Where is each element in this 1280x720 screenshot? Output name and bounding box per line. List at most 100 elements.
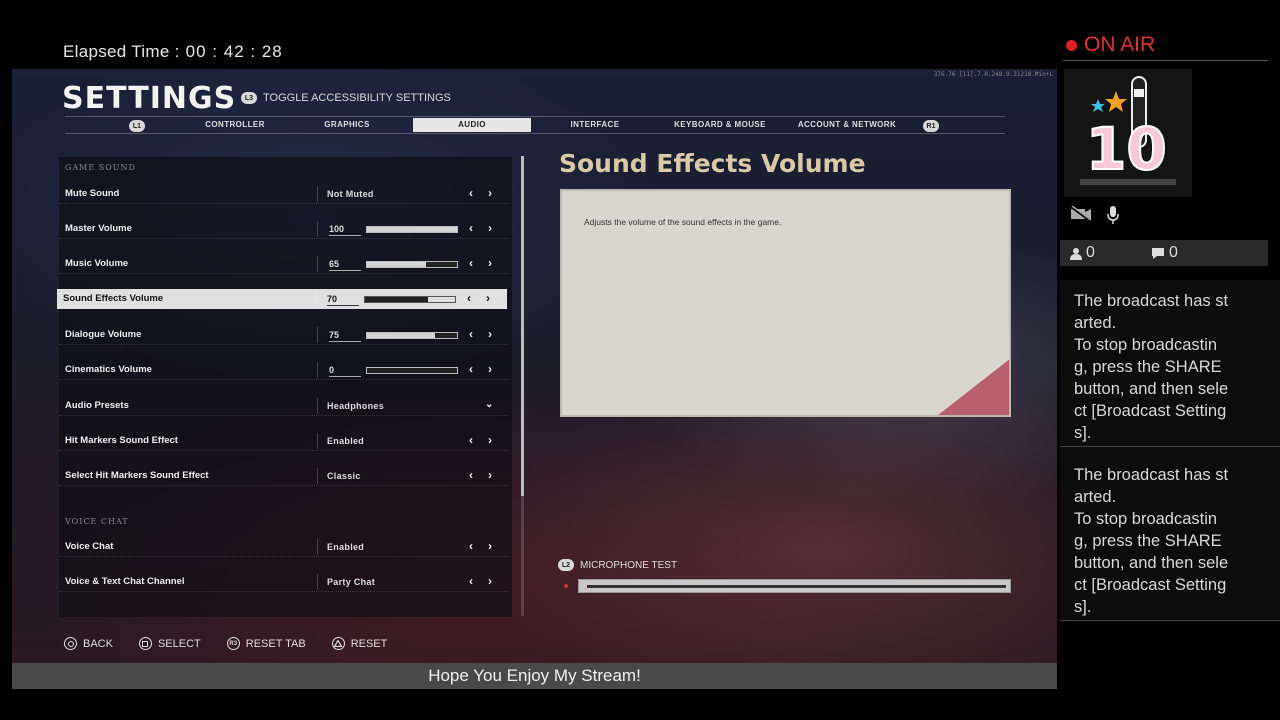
description-panel: Adjusts the volume of the sound effects …	[560, 189, 1011, 417]
chevron-right-icon[interactable]: ›	[488, 327, 492, 341]
setting-label: Music Volume	[65, 258, 129, 269]
hint-label: RESET	[350, 637, 388, 650]
setting-label: Hit Markers Sound Effect	[65, 435, 178, 446]
game-screen: 376.76 [11].7.0.248.9.31218.Min+L SETTIN…	[12, 69, 1057, 664]
broadcast-stats: 0 0	[1060, 240, 1268, 266]
chevron-right-icon[interactable]: ›	[488, 186, 492, 200]
description-text: Adjusts the volume of the sound effects …	[584, 217, 782, 227]
tab-bar: L1 CONTROLLER GRAPHICS AUDIO INTERFACE K…	[65, 116, 1005, 134]
microphone-icon	[1107, 206, 1119, 224]
on-air-label: ON AIR	[1084, 33, 1156, 56]
chevron-left-icon[interactable]: ‹	[467, 291, 471, 305]
setting-hit-markers-sound[interactable]: Hit Markers Sound Effect Enabled ‹ ›	[59, 431, 509, 451]
chevron-right-icon[interactable]: ›	[488, 433, 492, 447]
setting-cinematics-volume[interactable]: Cinematics Volume 0 ‹ ›	[59, 360, 509, 380]
tab-account-network[interactable]: ACCOUNT & NETWORK	[787, 120, 907, 129]
tab-graphics[interactable]: GRAPHICS	[305, 120, 389, 129]
chevron-right-icon[interactable]: ›	[488, 468, 492, 482]
volume-slider[interactable]	[366, 367, 458, 374]
chevron-left-icon[interactable]: ‹	[469, 327, 473, 341]
back-hint[interactable]: BACK	[64, 637, 113, 650]
chevron-left-icon[interactable]: ‹	[469, 433, 473, 447]
comment-count: 0	[1151, 244, 1178, 262]
viewer-count: 0	[1070, 244, 1095, 262]
channel-avatar: 10	[1064, 69, 1192, 197]
decorative-corner	[938, 359, 1009, 415]
speech-bubble-icon	[1152, 247, 1164, 259]
chevron-left-icon[interactable]: ‹	[469, 574, 473, 588]
setting-master-volume[interactable]: Master Volume 100 ‹ ›	[59, 219, 509, 239]
setting-label: Audio Presets	[65, 400, 129, 411]
camera-off-icon	[1070, 206, 1092, 222]
scrollbar-thumb[interactable]	[521, 156, 524, 496]
slider-fill	[365, 297, 428, 302]
setting-select-hit-markers[interactable]: Select Hit Markers Sound Effect Classic …	[59, 466, 509, 486]
accessibility-toggle[interactable]: L3 TOGGLE ACCESSIBILITY SETTINGS	[241, 92, 451, 104]
chevron-left-icon[interactable]: ‹	[469, 256, 473, 270]
section-game-sound: GAME SOUND	[65, 163, 136, 172]
accessibility-label: TOGGLE ACCESSIBILITY SETTINGS	[263, 92, 451, 104]
setting-sound-effects-volume[interactable]: Sound Effects Volume 70 ‹ ›	[57, 289, 507, 309]
setting-voice-chat[interactable]: Voice Chat Enabled ‹ ›	[59, 537, 509, 557]
setting-label: Voice Chat	[65, 541, 114, 552]
chevron-left-icon[interactable]: ‹	[469, 362, 473, 376]
chevron-right-icon[interactable]: ›	[486, 291, 490, 305]
setting-voice-text-channel[interactable]: Voice & Text Chat Channel Party Chat ‹ ›	[59, 572, 509, 592]
reset-hint[interactable]: RESET	[331, 637, 388, 650]
chat-message: The broadcast has started. To stop broad…	[1060, 447, 1280, 621]
slider-fill	[367, 262, 426, 267]
chevron-left-icon[interactable]: ‹	[469, 221, 473, 235]
divider	[317, 256, 318, 272]
reset-tab-hint[interactable]: R3 RESET TAB	[226, 637, 306, 650]
divider	[317, 362, 318, 378]
on-air-indicator: ON AIR	[1066, 33, 1155, 57]
message-text: The broadcast has started. To stop broad…	[1074, 466, 1229, 616]
description-title: Sound Effects Volume	[559, 149, 866, 178]
chevron-down-icon[interactable]: ⌄	[485, 399, 493, 410]
setting-mute-sound[interactable]: Mute Sound Not Muted ‹ ›	[59, 184, 509, 204]
tab-keyboard-mouse[interactable]: KEYBOARD & MOUSE	[665, 120, 775, 129]
tab-interface[interactable]: INTERFACE	[553, 120, 637, 129]
setting-dialogue-volume[interactable]: Dialogue Volume 75 ‹ ›	[59, 325, 509, 345]
setting-audio-presets[interactable]: Audio Presets Headphones ⌄	[59, 396, 509, 416]
anniversary-logo-icon: 10	[1080, 76, 1176, 185]
svg-text:10: 10	[1086, 115, 1167, 183]
person-icon	[1070, 247, 1082, 260]
hint-label: BACK	[83, 637, 113, 650]
volume-slider[interactable]	[366, 332, 458, 339]
divider	[317, 327, 318, 343]
chevron-right-icon[interactable]: ›	[488, 362, 492, 376]
volume-slider[interactable]	[366, 226, 458, 233]
setting-label: Voice & Text Chat Channel	[65, 576, 185, 587]
setting-value: Party Chat	[327, 577, 376, 587]
chevron-left-icon[interactable]: ‹	[469, 186, 473, 200]
chat-message: The broadcast has started. To stop broad…	[1060, 280, 1280, 447]
circle-button-icon	[64, 637, 77, 650]
setting-label: Mute Sound	[65, 188, 120, 199]
divider	[317, 539, 318, 555]
chevron-left-icon[interactable]: ‹	[469, 468, 473, 482]
elapsed-time: Elapsed Time : 00 : 42 : 28	[63, 42, 283, 62]
divider	[315, 291, 316, 307]
stream-ticker: Hope You Enjoy My Stream!	[12, 663, 1057, 689]
l2-button-icon: L2	[558, 559, 574, 571]
chevron-right-icon[interactable]: ›	[488, 574, 492, 588]
tab-controller[interactable]: CONTROLLER	[193, 120, 277, 129]
volume-slider[interactable]	[366, 261, 458, 268]
mic-level-track	[587, 585, 1006, 588]
tab-audio[interactable]: AUDIO	[413, 118, 531, 132]
select-hint[interactable]: SELECT	[138, 637, 201, 650]
setting-label: Select Hit Markers Sound Effect	[65, 470, 209, 481]
chevron-right-icon[interactable]: ›	[488, 539, 492, 553]
settings-list: GAME SOUND Mute Sound Not Muted ‹ › Mast…	[57, 157, 512, 617]
setting-label: Sound Effects Volume	[63, 293, 164, 304]
chevron-right-icon[interactable]: ›	[488, 221, 492, 235]
chevron-right-icon[interactable]: ›	[488, 256, 492, 270]
l1-bumper-icon: L1	[129, 120, 145, 132]
microphone-test[interactable]: L2 MICROPHONE TEST	[558, 559, 677, 571]
triangle-button-icon	[331, 637, 345, 650]
volume-slider[interactable]	[364, 296, 456, 303]
hint-label: SELECT	[157, 637, 201, 650]
chevron-left-icon[interactable]: ‹	[469, 539, 473, 553]
setting-music-volume[interactable]: Music Volume 65 ‹ ›	[59, 254, 509, 274]
